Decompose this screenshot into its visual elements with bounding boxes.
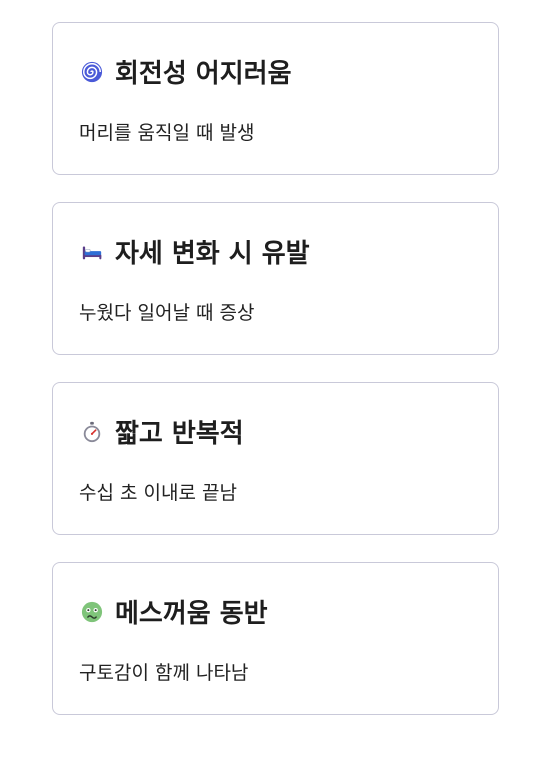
card-title: 메스꺼움 동반 <box>115 599 268 629</box>
symptom-card-vertigo: 회전성 어지러움 머리를 움직일 때 발생 <box>52 22 499 175</box>
card-description: 수십 초 이내로 끝남 <box>79 482 237 504</box>
card-description: 구토감이 함께 나타남 <box>79 662 249 684</box>
nauseated-face-icon <box>81 601 103 623</box>
symptom-card-nausea: 메스꺼움 동반 구토감이 함께 나타남 <box>52 562 499 715</box>
card-title: 자세 변화 시 유발 <box>115 239 310 269</box>
card-title-row: 메스꺼움 동반 <box>81 593 268 630</box>
spiral-icon <box>81 61 103 83</box>
symptom-card-positional: 자세 변화 시 유발 누웠다 일어날 때 증상 <box>52 202 499 355</box>
card-description: 누웠다 일어날 때 증상 <box>79 302 255 324</box>
card-title-row: 자세 변화 시 유발 <box>81 233 310 270</box>
card-title: 회전성 어지러움 <box>115 59 292 89</box>
card-description: 머리를 움직일 때 발생 <box>79 122 255 144</box>
symptom-card-list: 회전성 어지러움 머리를 움직일 때 발생 자세 변화 시 유발 누웠다 일어날… <box>0 0 543 760</box>
stopwatch-icon <box>81 421 103 443</box>
bed-icon <box>81 241 103 263</box>
card-title-row: 짧고 반복적 <box>81 413 244 450</box>
symptom-card-brief: 짧고 반복적 수십 초 이내로 끝남 <box>52 382 499 535</box>
card-title-row: 회전성 어지러움 <box>81 53 292 90</box>
card-title: 짧고 반복적 <box>115 419 244 449</box>
